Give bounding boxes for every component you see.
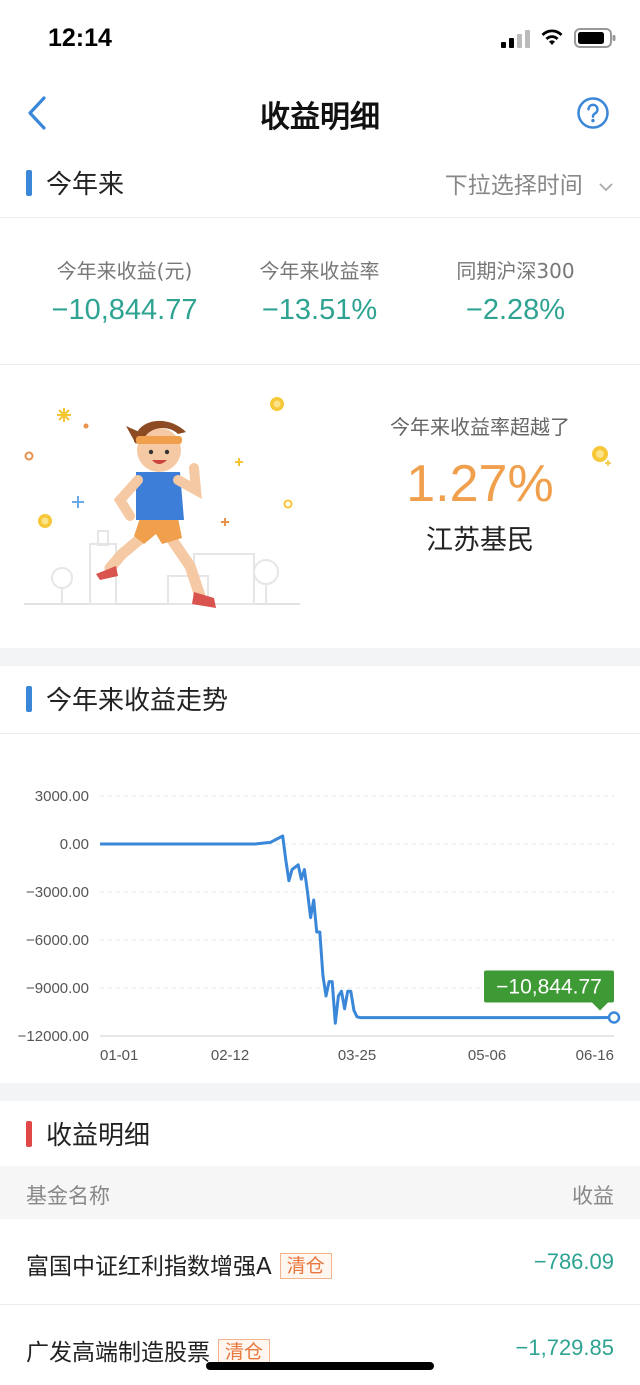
stat-ytd-profit: 今年来收益(元) −10,844.77 — [18, 255, 231, 327]
last-point-marker — [607, 1011, 621, 1024]
x-tick-label: 01-01 — [100, 1047, 138, 1064]
y-tick-label: 3000.00 — [35, 788, 89, 805]
trend-chart[interactable]: 3000.00 0.00 −3000.00 −6000.00 −9000.00 −1200… — [0, 733, 640, 1083]
section-accent-bar — [26, 1121, 32, 1147]
runner-illustration — [24, 397, 300, 608]
liquidated-tag: 清仓 — [279, 1253, 332, 1279]
trend-section-title: 今年来收益走势 — [46, 686, 229, 716]
fund-name-text: 广发高端制造股票 — [26, 1340, 210, 1366]
y-tick-label: 0.00 — [60, 836, 89, 853]
nav-bar: 收益明细 — [0, 76, 640, 150]
stat-csi300: 同期沪深300 −2.28% — [409, 255, 622, 327]
x-tick-label: 02-12 — [211, 1047, 249, 1064]
status-bar: 12:14 — [0, 0, 640, 76]
x-tick-label: 03-25 — [338, 1047, 376, 1064]
x-tick-label: 05-06 — [468, 1047, 506, 1064]
column-profit: 收益 — [572, 1184, 614, 1208]
fund-name-text: 富国中证红利指数增强A — [26, 1254, 272, 1280]
stat-value: −10,844.77 — [51, 294, 198, 326]
question-circle-icon[interactable] — [576, 96, 610, 130]
rank-banner: 今年来收益率超越了 1.27% 江苏基民 — [0, 366, 640, 648]
stat-value: −13.51% — [261, 294, 378, 326]
y-tick-label: −3000.00 — [26, 884, 89, 901]
y-tick-label: −9000.00 — [26, 980, 89, 997]
rank-group: 江苏基民 — [426, 525, 534, 556]
detail-section-title: 收益明细 — [46, 1121, 151, 1151]
time-select-dropdown[interactable]: 下拉选择时间 — [445, 166, 614, 200]
y-tick-label: −12000.00 — [18, 1028, 89, 1045]
rank-text: 今年来收益率超越了 1.27% 江苏基民 — [330, 411, 630, 557]
rank-label: 今年来收益率超越了 — [390, 415, 570, 439]
fund-profit: −786.09 — [533, 1249, 614, 1274]
table-row[interactable]: 富国中证红利指数增强A 清仓 −786.09 — [0, 1219, 640, 1305]
fund-name: 富国中证红利指数增强A 清仓 — [26, 1247, 332, 1281]
stats-panel: 今年来收益(元) −10,844.77 今年来收益率 −13.51% 同期沪深3… — [0, 219, 640, 365]
rank-percent: 1.27% — [406, 455, 554, 513]
tooltip-pointer — [592, 1002, 608, 1011]
time-select-label: 下拉选择时间 — [444, 173, 583, 199]
home-indicator[interactable] — [206, 1362, 434, 1370]
period-section-title: 今年来 — [46, 170, 125, 200]
stat-value: −2.28% — [465, 294, 566, 326]
fund-profit: −1,729.85 — [515, 1335, 614, 1360]
table-row[interactable]: 广发高端制造股票 清仓 −1,729.85 — [0, 1305, 640, 1385]
page: 12:14 收益明细 今年来 下拉选择时间 今年来收益(元) −10,844.7… — [0, 0, 640, 1385]
stat-label: 今年来收益率 — [259, 259, 380, 283]
section-accent-bar — [26, 170, 32, 196]
stat-ytd-return: 今年来收益率 −13.51% — [213, 255, 426, 327]
table-header: 基金名称 收益 — [0, 1166, 640, 1219]
x-tick-label: 06-16 — [576, 1047, 614, 1064]
tooltip-value: −10,844.77 — [496, 976, 602, 999]
section-accent-bar — [26, 686, 32, 712]
stat-label: 同期沪深300 — [456, 259, 575, 283]
trend-section-header: 今年来收益走势 — [0, 666, 640, 734]
trend-chart-svg: 3000.00 0.00 −3000.00 −6000.00 −9000.00 −1200… — [18, 788, 621, 1064]
status-time: 12:14 — [48, 24, 112, 52]
y-tick-label: −6000.00 — [26, 932, 89, 949]
stat-label: 今年来收益(元) — [56, 259, 193, 283]
cellular-signal-icon — [501, 30, 530, 48]
battery-icon — [574, 28, 616, 48]
page-title: 收益明细 — [260, 100, 380, 135]
detail-section-header: 收益明细 — [0, 1101, 640, 1166]
chevron-down-icon — [599, 182, 613, 191]
column-fund-name: 基金名称 — [26, 1184, 110, 1208]
section-divider — [0, 1083, 640, 1101]
period-section-header: 今年来 下拉选择时间 — [0, 150, 640, 218]
wifi-icon — [541, 29, 563, 45]
section-divider — [0, 648, 640, 666]
